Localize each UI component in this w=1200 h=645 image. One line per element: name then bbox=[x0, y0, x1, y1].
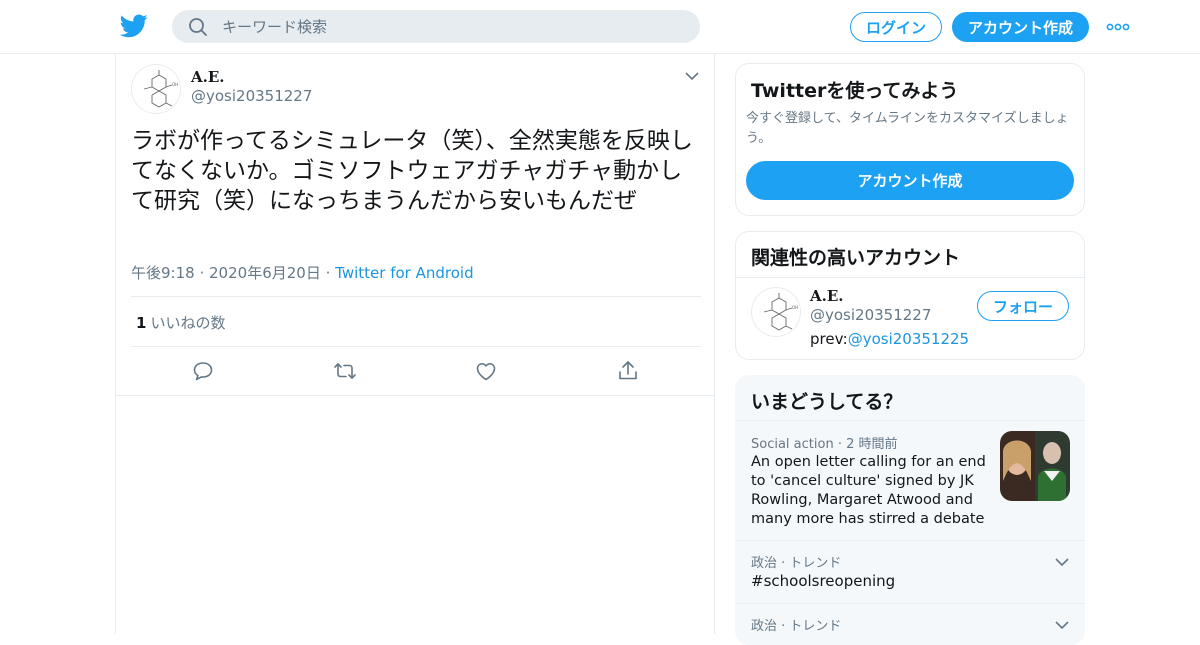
trends-card-title: いまどうしてる？ bbox=[751, 391, 903, 413]
divider bbox=[736, 603, 1084, 604]
divider bbox=[736, 277, 1084, 278]
twitter-bird-icon[interactable] bbox=[120, 14, 148, 38]
join-card-description: 今すぐ登録して、タイムラインをカスタマイズしましょう。 bbox=[746, 111, 1069, 146]
trends-card: いまどうしてる？ Social action · 2 時間前 An open l… bbox=[735, 375, 1085, 645]
avatar[interactable]: OH bbox=[751, 287, 801, 337]
tweet-text: ラボが作ってるシミュレータ（笑）、全然実態を反映してなくないか。ゴミソフトウェア… bbox=[131, 128, 693, 214]
meta-separator: · bbox=[325, 264, 336, 282]
bio-prefix: prev: bbox=[810, 330, 848, 348]
tweet-action-bar bbox=[116, 347, 714, 396]
chevron-down-icon[interactable] bbox=[684, 70, 700, 82]
like-count-label: いいねの数 bbox=[150, 314, 226, 332]
related-account-handle[interactable]: @yosi20351227 bbox=[810, 306, 931, 324]
reply-icon[interactable] bbox=[191, 359, 215, 383]
follow-button[interactable]: フォロー bbox=[977, 291, 1069, 321]
join-twitter-card: Twitterを使ってみよう 今すぐ登録して、タイムラインをカスタマイズしましょ… bbox=[735, 63, 1085, 216]
avatar[interactable]: OH bbox=[131, 64, 181, 114]
divider bbox=[131, 296, 701, 297]
top-navigation-bar: ログイン アカウント作成 bbox=[0, 0, 1200, 54]
heart-icon[interactable] bbox=[474, 359, 498, 383]
tweet-source-link[interactable]: Twitter for Android bbox=[335, 264, 473, 282]
related-account-bio: prev:@yosi20351225 bbox=[810, 330, 969, 348]
tweet-time[interactable]: 午後9:18 bbox=[131, 264, 195, 282]
related-accounts-card: 関連性の高いアカウント OH A.E. @yosi20351227 prev:@… bbox=[735, 231, 1085, 360]
divider bbox=[736, 540, 1084, 541]
related-account-name[interactable]: A.E. bbox=[810, 287, 844, 305]
meta-separator: · bbox=[199, 264, 210, 282]
divider bbox=[736, 420, 1084, 421]
bio-mention-link[interactable]: @yosi20351225 bbox=[848, 330, 969, 348]
like-count-row[interactable]: 1 いいねの数 bbox=[136, 312, 225, 333]
tweet-author-handle[interactable]: @yosi20351227 bbox=[191, 87, 312, 105]
retweet-icon[interactable] bbox=[333, 359, 357, 383]
trend-category: 政治 · トレンド bbox=[751, 556, 842, 571]
tweet-detail-column: OH A.E. @yosi20351227 ラボが作ってるシミュレータ（笑）、全… bbox=[115, 54, 715, 634]
trend-category: Social action · 2 時間前 bbox=[751, 437, 898, 452]
trend-photo-image bbox=[1000, 431, 1070, 501]
trend-hashtag: #schoolsreopening bbox=[751, 572, 896, 590]
trend-category: 政治 · トレンド bbox=[751, 619, 842, 634]
like-count: 1 bbox=[136, 314, 147, 332]
chevron-down-icon[interactable] bbox=[1054, 619, 1070, 631]
tweet-date[interactable]: 2020年6月20日 bbox=[209, 264, 321, 282]
tweet-author-name[interactable]: A.E. bbox=[191, 68, 225, 86]
login-button[interactable]: ログイン bbox=[850, 12, 942, 42]
join-card-title: Twitterを使ってみよう bbox=[751, 80, 959, 102]
trend-thumbnail bbox=[1000, 431, 1070, 501]
molecule-avatar-icon: OH bbox=[763, 293, 798, 331]
svg-text:OH: OH bbox=[172, 82, 178, 87]
svg-text:OH: OH bbox=[792, 305, 798, 310]
share-icon[interactable] bbox=[616, 359, 640, 383]
create-account-button[interactable]: アカウント作成 bbox=[746, 161, 1074, 200]
signup-button[interactable]: アカウント作成 bbox=[952, 12, 1089, 42]
search-bar[interactable] bbox=[172, 10, 700, 43]
more-dots-icon[interactable] bbox=[1106, 20, 1130, 34]
related-card-title: 関連性の高いアカウント bbox=[751, 247, 961, 269]
search-input[interactable] bbox=[222, 17, 662, 36]
search-icon bbox=[189, 17, 207, 36]
tweet-meta: 午後9:18 · 2020年6月20日 · Twitter for Androi… bbox=[131, 262, 474, 283]
chevron-down-icon[interactable] bbox=[1054, 556, 1070, 568]
trend-headline: An open letter calling for an end to 'ca… bbox=[751, 454, 986, 527]
molecule-avatar-icon: OH bbox=[143, 70, 178, 108]
